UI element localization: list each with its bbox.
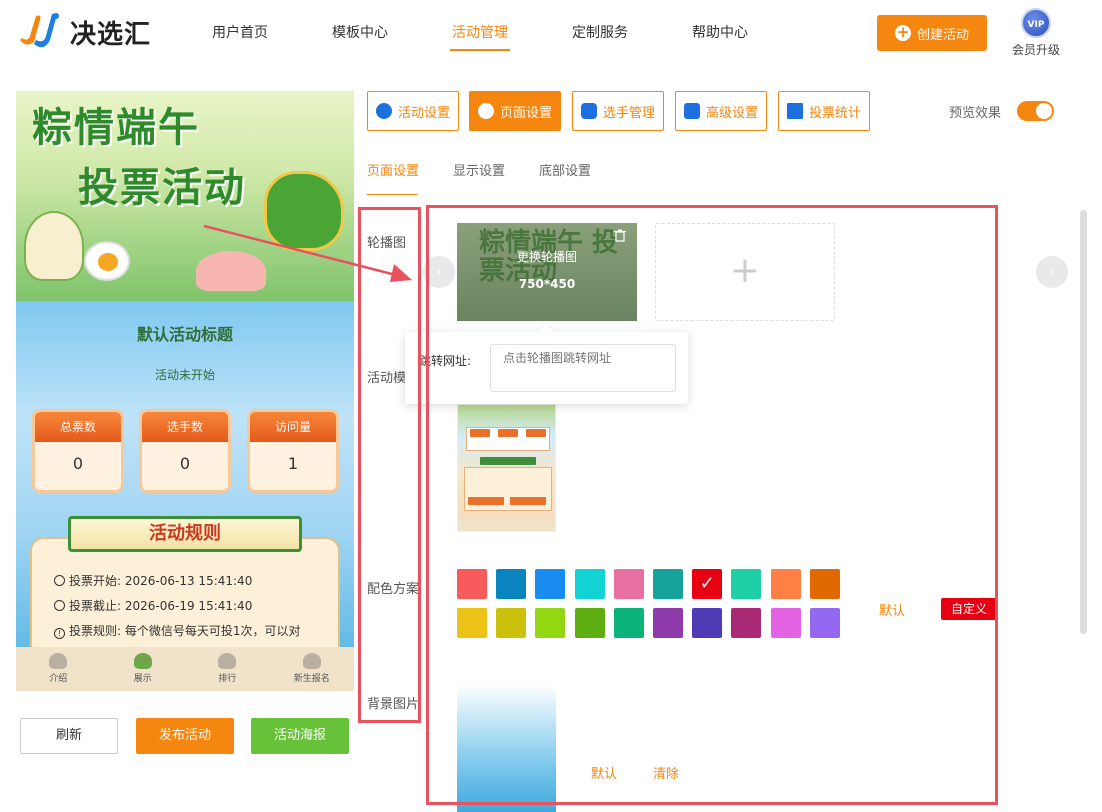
- plus-icon: +: [894, 23, 911, 41]
- poster-button[interactable]: 活动海报: [251, 718, 349, 754]
- refresh-button[interactable]: 刷新: [20, 718, 118, 754]
- phone-preview: 粽情端午 投票活动 默认活动标题 活动未开始 总票数 0 选手数 0 访问量 1…: [16, 91, 354, 691]
- rule-value: 2026-06-13 15:41:40: [124, 574, 253, 588]
- preview-tabbar: 介绍 展示 排行 新生报名: [16, 647, 354, 691]
- stat-total-votes: 总票数 0: [32, 409, 124, 493]
- activity-status: 活动未开始: [154, 368, 215, 382]
- rule-label: 投票开始:: [69, 574, 122, 588]
- main-nav: 用户首页 模板中心 活动管理 定制服务 帮助中心: [180, 0, 780, 66]
- subtab-page-settings[interactable]: 页面设置: [367, 160, 419, 179]
- signup-icon: [302, 653, 321, 669]
- top-header: 决选汇 用户首页 模板中心 活动管理 定制服务 帮助中心 + 创建活动 VIP …: [0, 0, 1102, 66]
- stat-value: 0: [72, 454, 84, 473]
- preview-tab-signup[interactable]: 新生报名: [270, 647, 355, 691]
- rule-value: 每个微信号每天可投1次，可以对: [124, 624, 301, 638]
- nav-home[interactable]: 用户首页: [180, 0, 300, 66]
- subtab-footer-settings[interactable]: 底部设置: [539, 160, 591, 179]
- vip-label: 会员升级: [1011, 43, 1060, 57]
- preview-tab-intro[interactable]: 介绍: [16, 647, 101, 691]
- rule-label: 投票规则:: [69, 624, 122, 638]
- scrollbar[interactable]: [1080, 210, 1087, 634]
- tab-contestant-management[interactable]: 选手管理: [572, 91, 664, 131]
- mountain-icon: [49, 653, 68, 669]
- banner-title-line2: 投票活动: [78, 164, 246, 211]
- tab-vote-statistics[interactable]: 投票统计: [778, 91, 870, 131]
- tab-advanced-settings[interactable]: 高级设置: [675, 91, 767, 131]
- rank-icon: [218, 653, 237, 669]
- stat-value: 1: [287, 454, 299, 473]
- logo-text: 决选汇: [70, 19, 152, 50]
- logo[interactable]: 决选汇: [16, 12, 151, 52]
- star-icon: [375, 103, 392, 119]
- rule-label: 投票截止:: [69, 599, 122, 613]
- tab-page-settings[interactable]: 页面设置: [469, 91, 561, 131]
- subtab-display-settings[interactable]: 显示设置: [453, 160, 505, 179]
- users-icon: [580, 103, 597, 119]
- clock-icon: [54, 600, 65, 611]
- banner-title-line1: 粽情端午: [32, 104, 200, 151]
- tab-activity-settings[interactable]: 活动设置: [367, 91, 459, 131]
- info-icon: !: [54, 628, 65, 639]
- chevron-right-icon[interactable]: ›: [1036, 256, 1068, 288]
- stat-label: 总票数: [35, 412, 121, 442]
- rule-vote-end: 投票截止: 2026-06-19 15:41:40: [54, 597, 252, 614]
- clock-icon: [54, 575, 65, 586]
- egg-illustration: [84, 241, 130, 281]
- preview-tab-show[interactable]: 展示: [101, 647, 186, 691]
- rule-vote-rule: ! 投票规则: 每个微信号每天可投1次，可以对: [54, 622, 301, 639]
- stat-label: 访问量: [250, 412, 336, 442]
- preview-tab-rank[interactable]: 排行: [185, 647, 270, 691]
- vip-upgrade[interactable]: VIP 会员升级: [1008, 8, 1064, 58]
- settings-icon: [683, 103, 700, 119]
- bar-chart-icon: [786, 103, 803, 119]
- stat-contestants: 选手数 0: [139, 409, 231, 493]
- zongzi-illustration: [24, 211, 84, 281]
- annotation-box-content: [426, 205, 998, 805]
- publish-button[interactable]: 发布活动: [136, 718, 234, 754]
- nav-custom[interactable]: 定制服务: [540, 0, 660, 66]
- logo-icon: [16, 12, 62, 52]
- stat-value: 0: [179, 454, 191, 473]
- nav-help[interactable]: 帮助中心: [660, 0, 780, 66]
- vip-badge-icon: VIP: [1021, 8, 1051, 38]
- stat-label: 选手数: [142, 412, 228, 442]
- gear-icon: [477, 103, 494, 119]
- nav-templates[interactable]: 模板中心: [300, 0, 420, 66]
- stat-visits: 访问量 1: [247, 409, 339, 493]
- rules-title: 活动规则: [68, 516, 302, 552]
- subtab-underline: [367, 194, 417, 195]
- zongzi-icon: [133, 653, 152, 669]
- annotation-box-labels: [358, 207, 421, 723]
- preview-toggle[interactable]: [1017, 101, 1054, 121]
- rule-value: 2026-06-19 15:41:40: [124, 599, 253, 613]
- rule-vote-start: 投票开始: 2026-06-13 15:41:40: [54, 572, 252, 589]
- create-activity-button[interactable]: + 创建活动: [877, 15, 987, 51]
- preview-effect-label: 预览效果: [949, 106, 1002, 121]
- create-activity-label: 创建活动: [916, 27, 969, 43]
- nav-activities[interactable]: 活动管理: [420, 0, 540, 66]
- activity-title: 默认活动标题: [136, 325, 233, 344]
